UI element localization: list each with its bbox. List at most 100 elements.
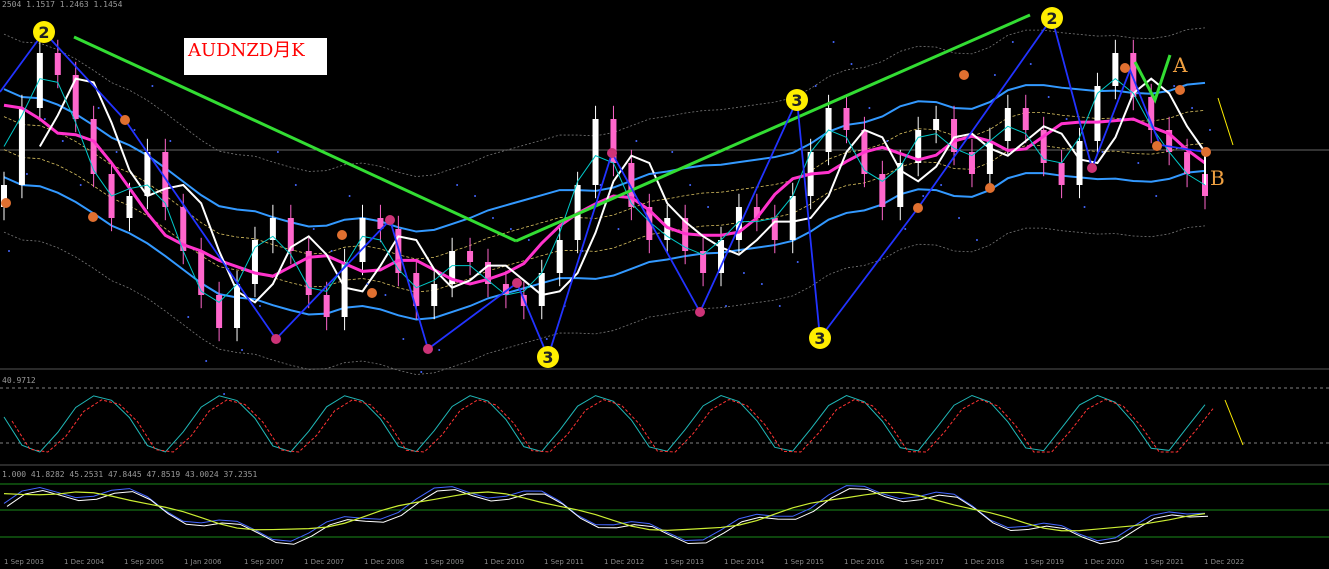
sar-dot: [760, 283, 763, 285]
sar-dot: [258, 305, 261, 307]
candle-body: [933, 119, 940, 130]
candle-body: [538, 273, 545, 306]
sar-dot: [1209, 129, 1211, 131]
wave-marker-label: 3: [791, 91, 802, 110]
date-axis: 1 Sep 2003 1 Dec 2004 1 Sep 2005 1 Jan 2006…: [0, 558, 1329, 569]
sar-dot: [1029, 63, 1032, 65]
ma-magenta-line: [3, 103, 1206, 286]
sar-dot: [241, 349, 244, 351]
ohlc-readout: 2504 1.1517 1.2463 1.1454: [2, 0, 123, 9]
pivot-marker: [1152, 141, 1162, 151]
pivot-marker: [88, 212, 98, 222]
sar-dot: [689, 184, 692, 186]
date-tick-label: 1 Sep 2021: [1144, 558, 1184, 566]
sar-dot: [384, 294, 387, 296]
sar-dot: [79, 184, 82, 186]
sar-dot: [1011, 41, 1014, 43]
indicator1-label: 40.9712: [2, 376, 36, 385]
pivot-marker: [695, 307, 705, 317]
date-tick-label: 1 Sep 2005: [124, 558, 164, 566]
sar-dot: [151, 85, 154, 87]
pivot-marker: [1087, 163, 1097, 173]
candle-body: [879, 174, 886, 207]
sar-dot: [850, 63, 853, 65]
date-tick-label: 1 Sep 2017: [904, 558, 944, 566]
sar-dot: [832, 41, 835, 43]
date-tick-label: 1 Dec 2016: [844, 558, 885, 566]
candle-body: [1004, 108, 1011, 141]
sar-dot: [402, 338, 405, 340]
sar-dot: [8, 250, 10, 252]
pivot-marker: [512, 278, 522, 288]
sar-dot: [725, 305, 728, 307]
sar-dot: [509, 228, 512, 230]
sar-dot: [1173, 85, 1176, 87]
pivot-marker: [1120, 63, 1130, 73]
sar-dot: [1137, 162, 1140, 164]
date-tick-label: 1 Sep 2003: [4, 558, 44, 566]
date-tick-label: 1 Dec 2010: [484, 558, 525, 566]
stoch-projection-line: [1224, 399, 1244, 446]
annotation-a: A: [1173, 53, 1188, 77]
chart-svg: 2 3 3 3 2: [0, 7, 1329, 545]
sar-dot: [294, 184, 297, 186]
sar-dot: [187, 316, 190, 318]
candle-body: [144, 152, 151, 196]
pivot-marker: [385, 215, 395, 225]
sar-dot: [474, 195, 477, 197]
sar-dot: [975, 239, 978, 241]
candle-body: [592, 119, 599, 185]
candle-body: [126, 196, 133, 218]
date-tick-label: 1 Dec 2022: [1204, 558, 1245, 566]
indicator2-label: 1.000 41.8282 45.2531 47.8445 47.8519 43…: [2, 470, 258, 479]
sar-dot: [133, 129, 136, 131]
candle-body: [556, 240, 563, 273]
sar-dot: [276, 151, 279, 153]
date-tick-label: 1 Sep 2013: [664, 558, 704, 566]
sar-dot: [653, 173, 656, 175]
candle-body: [323, 295, 330, 317]
sar-dot: [707, 206, 710, 208]
sar-dot: [778, 305, 781, 307]
candle-body: [789, 196, 796, 240]
sar-dot: [1191, 107, 1194, 109]
sar-dot: [115, 151, 118, 153]
pivot-marker: [337, 230, 347, 240]
annotation-b: B: [1210, 166, 1225, 190]
date-tick-label: 1 Dec 2007: [304, 558, 345, 566]
pivot-marker: [1175, 85, 1185, 95]
wave-marker-label: 3: [814, 329, 825, 348]
sar-dot: [635, 140, 638, 142]
pivot-marker: [985, 183, 995, 193]
sar-dot: [420, 371, 423, 373]
sar-dot: [456, 184, 459, 186]
date-tick-label: 1 Sep 2019: [1024, 558, 1064, 566]
stoch-main-line: [3, 394, 1206, 453]
sar-dot: [940, 184, 943, 186]
wave-marker-label: 2: [1046, 9, 1057, 28]
pivot-marker: [423, 344, 433, 354]
pivot-marker: [913, 203, 923, 213]
ind2-blue-line: [3, 485, 1206, 542]
sar-dot: [671, 151, 674, 153]
sar-dot: [527, 239, 530, 241]
candle-body: [431, 284, 438, 306]
sar-dot: [1083, 206, 1086, 208]
chart-window: { "chart_data": { "type": "line", "title…: [0, 0, 1329, 569]
sar-dot: [545, 338, 548, 340]
date-tick-label: 1 Dec 2008: [364, 558, 405, 566]
sar-dot: [1101, 151, 1104, 153]
sar-dot: [904, 228, 907, 230]
pivot-marker: [1201, 147, 1211, 157]
wave-zigzag: [0, 15, 1206, 360]
date-tick-label: 1 Sep 2015: [784, 558, 824, 566]
wave-marker-label: 2: [38, 23, 49, 42]
date-tick-label: 1 Dec 2004: [64, 558, 105, 566]
sar-dot: [742, 272, 745, 274]
sar-dot: [1065, 118, 1068, 120]
candle-body: [1076, 141, 1083, 185]
sar-dot: [312, 228, 315, 230]
candle-body: [467, 251, 474, 262]
pivot-marker: [959, 70, 969, 80]
sar-dot: [43, 118, 46, 120]
